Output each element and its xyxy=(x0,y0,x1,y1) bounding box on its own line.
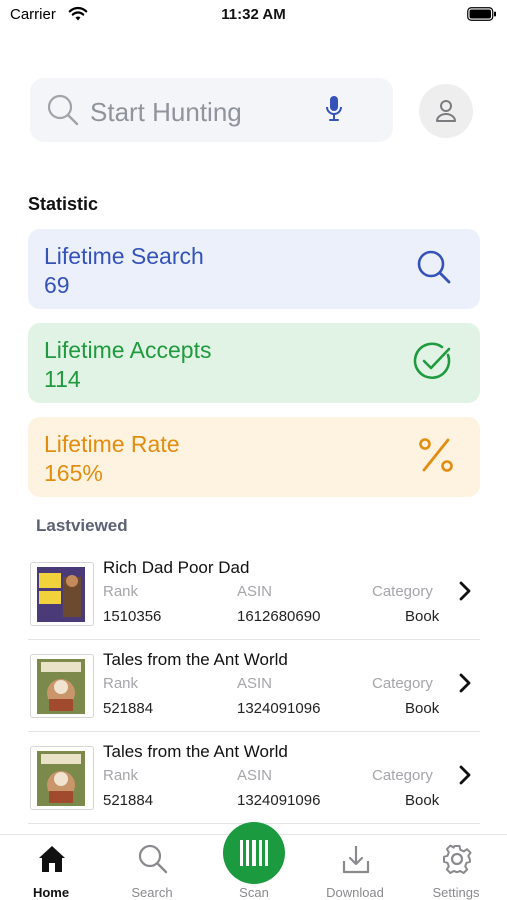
chevron-right-icon[interactable] xyxy=(458,764,472,791)
tab-label: Search xyxy=(131,885,173,900)
tab-search[interactable]: Search xyxy=(107,835,197,900)
tab-label: Settings xyxy=(432,885,480,900)
lifetime-search-card[interactable]: Lifetime Search 69 xyxy=(28,229,480,309)
search-icon xyxy=(414,247,454,292)
rank-value: 1510356 xyxy=(103,608,162,625)
tab-settings[interactable]: Settings xyxy=(411,835,501,900)
tab-label: Home xyxy=(32,885,70,900)
gear-icon xyxy=(441,843,473,880)
check-circle-icon xyxy=(412,341,454,388)
rank-label: Rank xyxy=(103,675,139,692)
scan-button[interactable] xyxy=(223,822,285,884)
asin-value: 1324091096 xyxy=(237,792,321,809)
category-label: Category xyxy=(372,675,433,692)
book-title: Tales from the Ant World xyxy=(103,742,288,761)
tab-label: Scan xyxy=(239,885,269,900)
asin-value: 1612680690 xyxy=(237,608,321,625)
category-value: Book xyxy=(405,792,440,809)
home-icon xyxy=(36,843,68,880)
clock: 11:32 AM xyxy=(221,6,286,23)
list-item[interactable]: Rich Dad Poor Dad Rank ASIN Category 151… xyxy=(28,548,480,640)
status-bar: Carrier 11:32 AM xyxy=(0,0,507,32)
percent-icon xyxy=(418,435,454,480)
user-icon xyxy=(436,100,456,122)
rank-label: Rank xyxy=(103,583,139,600)
asin-label: ASIN xyxy=(237,583,273,600)
book-title: Tales from the Ant World xyxy=(103,650,288,669)
card-label: Lifetime Search xyxy=(44,243,204,269)
search-input[interactable]: Start Hunting xyxy=(30,78,393,142)
category-value: Book xyxy=(405,608,440,625)
chevron-right-icon[interactable] xyxy=(458,672,472,699)
card-label: Lifetime Accepts xyxy=(44,337,212,363)
book-cover-image xyxy=(30,654,94,718)
rank-value: 521884 xyxy=(103,792,154,809)
barcode-icon xyxy=(240,840,268,866)
microphone-icon[interactable] xyxy=(325,95,343,128)
category-label: Category xyxy=(372,583,433,600)
lifetime-rate-card[interactable]: Lifetime Rate 165% xyxy=(28,417,480,497)
asin-label: ASIN xyxy=(237,675,273,692)
category-label: Category xyxy=(372,767,433,784)
search-icon xyxy=(46,93,80,132)
rank-value: 521884 xyxy=(103,700,154,717)
tab-download[interactable]: Download xyxy=(310,835,400,900)
battery-icon xyxy=(467,7,497,21)
search-icon xyxy=(137,843,169,880)
asin-value: 1324091096 xyxy=(237,700,321,717)
asin-label: ASIN xyxy=(237,767,273,784)
tab-label: Download xyxy=(326,885,384,900)
card-value: 69 xyxy=(44,272,70,298)
profile-button[interactable] xyxy=(419,84,473,138)
book-cover-image xyxy=(30,562,94,626)
download-icon xyxy=(340,843,372,880)
book-cover-image xyxy=(30,746,94,810)
card-label: Lifetime Rate xyxy=(44,431,180,457)
lifetime-accepts-card[interactable]: Lifetime Accepts 114 xyxy=(28,323,480,403)
list-item[interactable]: Tales from the Ant World Rank ASIN Categ… xyxy=(28,640,480,732)
book-title: Rich Dad Poor Dad xyxy=(103,558,250,577)
lastviewed-title: Lastviewed xyxy=(36,516,128,535)
category-value: Book xyxy=(405,700,440,717)
list-item[interactable]: Tales from the Ant World Rank ASIN Categ… xyxy=(28,732,480,824)
chevron-right-icon[interactable] xyxy=(458,580,472,607)
tab-home[interactable]: Home xyxy=(6,835,96,900)
statistic-title: Statistic xyxy=(28,194,99,214)
search-placeholder: Start Hunting xyxy=(90,97,242,127)
card-value: 114 xyxy=(44,366,81,392)
rank-label: Rank xyxy=(103,767,139,784)
card-value: 165% xyxy=(44,460,103,486)
